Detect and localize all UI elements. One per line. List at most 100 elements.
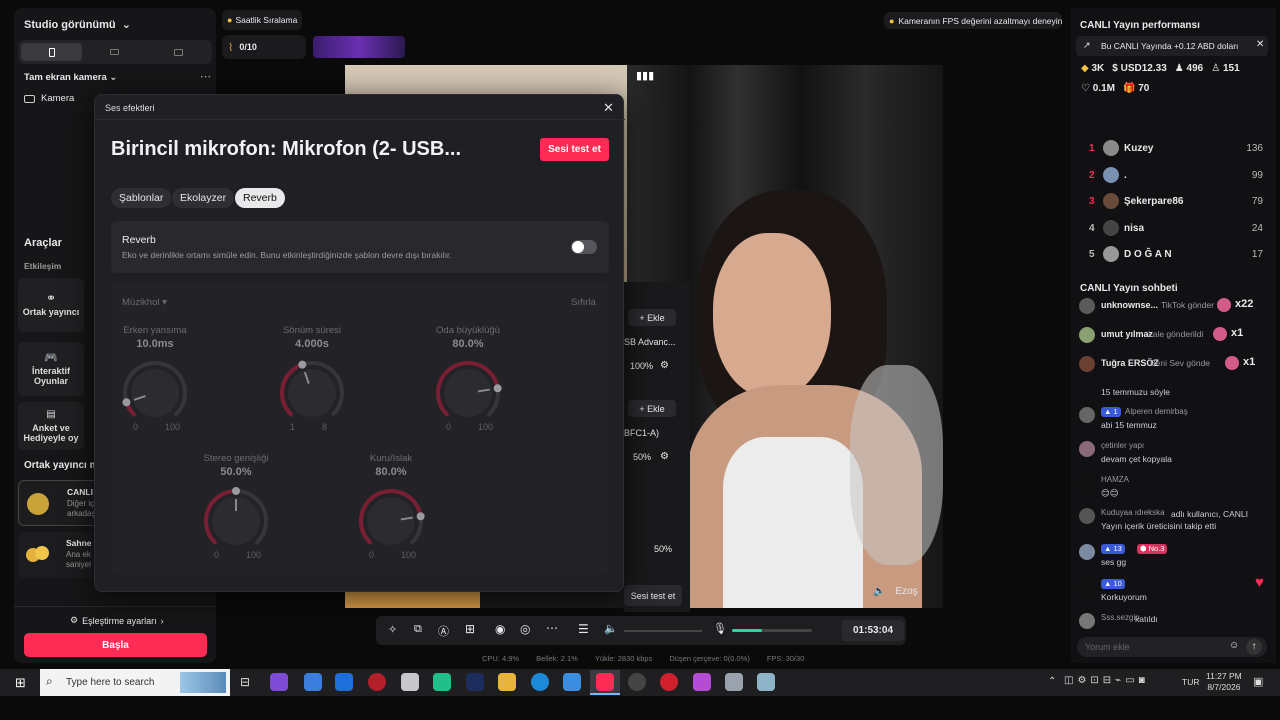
tab-reverb[interactable]: Reverb — [235, 188, 285, 208]
knob-handle[interactable] — [122, 398, 131, 407]
knob-dial[interactable] — [272, 353, 352, 433]
knob-min: 0 — [446, 422, 452, 432]
poll-tile[interactable]: ▤ Anket ve Hediyeyle oy — [18, 402, 84, 450]
matching-settings-link[interactable]: ⚙ Eşleştirme ayarları › — [70, 615, 164, 626]
reset-button[interactable]: Sıfırla — [571, 297, 596, 308]
app-gray-icon[interactable] — [401, 673, 419, 691]
task-view-icon[interactable]: ⊟ — [240, 675, 250, 689]
event-banner[interactable] — [313, 36, 405, 58]
clock[interactable]: 11:27 PM 8/7/2026 — [1206, 671, 1242, 693]
record-icon[interactable]: ◉ — [495, 622, 505, 636]
ai-icon[interactable]: Ⓐ — [438, 623, 449, 639]
settings-gear-icon[interactable]: ⚙ — [660, 451, 669, 462]
knob-handle[interactable] — [232, 487, 240, 495]
volume-value: 50% — [654, 544, 673, 554]
add-source-button[interactable]: + Ekle — [628, 309, 676, 326]
avatar — [1103, 166, 1119, 183]
speaker-volume-slider[interactable] — [624, 630, 702, 632]
ranking-row[interactable]: 3 Şekerpare86 79 — [1071, 193, 1276, 213]
edge-icon[interactable] — [531, 673, 549, 691]
windows-start-icon[interactable]: ⊞ — [15, 675, 26, 691]
close-icon[interactable]: ✕ — [603, 100, 614, 116]
app-slate-icon[interactable] — [725, 673, 743, 691]
notifications-icon[interactable]: ▣ — [1253, 675, 1263, 688]
knob-dial[interactable] — [196, 481, 276, 561]
app-lightblue-icon[interactable] — [757, 673, 775, 691]
close-icon[interactable]: ✕ — [1256, 39, 1264, 50]
camera-source-item[interactable]: Kamera — [24, 93, 74, 104]
settings-gear-icon[interactable]: ⚙ — [660, 360, 669, 371]
app-navy-icon[interactable] — [466, 673, 484, 691]
knob-handle[interactable] — [298, 360, 307, 369]
outlook-icon[interactable] — [335, 673, 353, 691]
goal-counter[interactable]: ⌇ 0/10 — [222, 35, 306, 59]
app-purple-icon[interactable] — [693, 673, 711, 691]
knob-label: Sönüm süresi — [282, 325, 342, 336]
knob-dial[interactable] — [351, 481, 431, 561]
rank-number: 4 — [1089, 222, 1095, 234]
cohost-card-line: arkadaş — [67, 509, 96, 518]
tab-templates[interactable]: Şablonlar — [111, 188, 172, 208]
link-icon: ⚭ — [45, 291, 57, 305]
app-red2-icon[interactable] — [660, 673, 678, 691]
file-explorer-icon[interactable] — [498, 673, 516, 691]
start-button[interactable]: Başla — [24, 633, 207, 657]
cohost-tool-tile[interactable]: ⚭ Ortak yayıncı — [18, 278, 84, 332]
app-dark-icon[interactable] — [628, 673, 646, 691]
taskbar-search[interactable]: ⌕ Type here to search — [40, 669, 230, 696]
pinned-gift-row[interactable]: unknownse... TikTok gönder x22 — [1079, 297, 1271, 315]
comment-input[interactable]: Yorum ekle ☺ ↑ — [1077, 637, 1267, 657]
more-icon[interactable]: ⋯ — [546, 621, 558, 635]
ranking-row[interactable]: 4 nisa 24 — [1071, 219, 1276, 240]
preset-dropdown[interactable]: Müzikhol ▾ — [122, 297, 167, 308]
effects-wand-icon[interactable]: ✧ — [388, 623, 397, 636]
add-icon[interactable]: ⊞ — [465, 622, 475, 636]
ranking-row[interactable]: 5 D O Ğ A N 17 — [1071, 246, 1276, 266]
microphone-icon[interactable]: 🎙 — [713, 622, 727, 635]
interactive-games-tile[interactable]: 🎮 İnteraktif Oyunlar — [18, 342, 84, 396]
photos-icon[interactable] — [563, 673, 581, 691]
knob-handle[interactable] — [416, 512, 425, 521]
app-red-icon[interactable] — [368, 673, 386, 691]
pinned-gift-row[interactable]: umut yılmaz Lale gönderildi x1 — [1079, 326, 1271, 344]
hourly-ranking-pill[interactable]: ● Saatlik Sıralama — [222, 10, 302, 30]
ranking-row[interactable]: 1 Kuzey 136 — [1071, 140, 1276, 160]
mic-level-meter[interactable] — [732, 629, 812, 632]
speaker-volume-icon[interactable]: 🔈 — [604, 622, 618, 635]
tray-chevron-icon[interactable]: ⌃ — [1048, 676, 1056, 687]
audio-device-name: SB Advanc... — [624, 337, 676, 347]
add-source-button[interactable]: + Ekle — [628, 400, 676, 417]
send-icon[interactable]: ↑ — [1246, 639, 1262, 655]
portrait-layout-button[interactable] — [21, 43, 83, 61]
copilot-icon[interactable] — [270, 673, 288, 691]
tab-equalizer[interactable]: Ekolayzer — [172, 188, 235, 208]
knob-dial[interactable] — [428, 353, 508, 433]
app-green-icon[interactable] — [433, 673, 451, 691]
screen-layout-button[interactable] — [148, 43, 209, 61]
knob-handle[interactable] — [493, 384, 502, 393]
audio-settings-icon[interactable]: ☰ — [578, 622, 589, 636]
language-indicator[interactable]: TUR — [1182, 677, 1199, 687]
test-sound-button-behind[interactable]: Sesi test et — [624, 585, 682, 606]
stage-card-line: Ana ek — [66, 550, 91, 559]
pinned-gift-row[interactable]: Tuğra ERSÖZ Beni Sev gönde x1 — [1079, 355, 1271, 373]
pinned-gift-text: TikTok gönder — [1161, 300, 1215, 310]
ranking-row[interactable]: 2 . 99 — [1071, 166, 1276, 187]
camera-section-header[interactable]: Tam ekran kamera ⌄ — [24, 72, 117, 83]
tiktok-live-studio-taskbar[interactable] — [590, 670, 620, 695]
test-sound-button[interactable]: Sesi test et — [540, 138, 609, 161]
store-icon[interactable] — [304, 673, 322, 691]
more-options-icon[interactable]: ⋯ — [200, 70, 211, 83]
layout-icon[interactable]: ⧉ — [414, 623, 422, 636]
reverb-toggle[interactable] — [571, 240, 597, 254]
emoji-icon[interactable]: ☺ — [1229, 640, 1239, 651]
landscape-layout-button[interactable] — [84, 43, 145, 61]
heart-icon[interactable]: ♥ — [1255, 574, 1264, 591]
ranking-score: 136 — [1246, 143, 1263, 154]
tray-icons[interactable]: ◫⚙⊡⊟⌁▭◙ — [1064, 675, 1149, 686]
trend-up-icon: ↗ — [1083, 40, 1091, 50]
camera-switch-icon[interactable]: ◎ — [520, 622, 530, 636]
knob-dial[interactable] — [115, 353, 195, 433]
knob-value: 4.000s — [295, 338, 329, 350]
studio-view-dropdown[interactable]: Studio görünümü ⌄ — [24, 18, 131, 31]
